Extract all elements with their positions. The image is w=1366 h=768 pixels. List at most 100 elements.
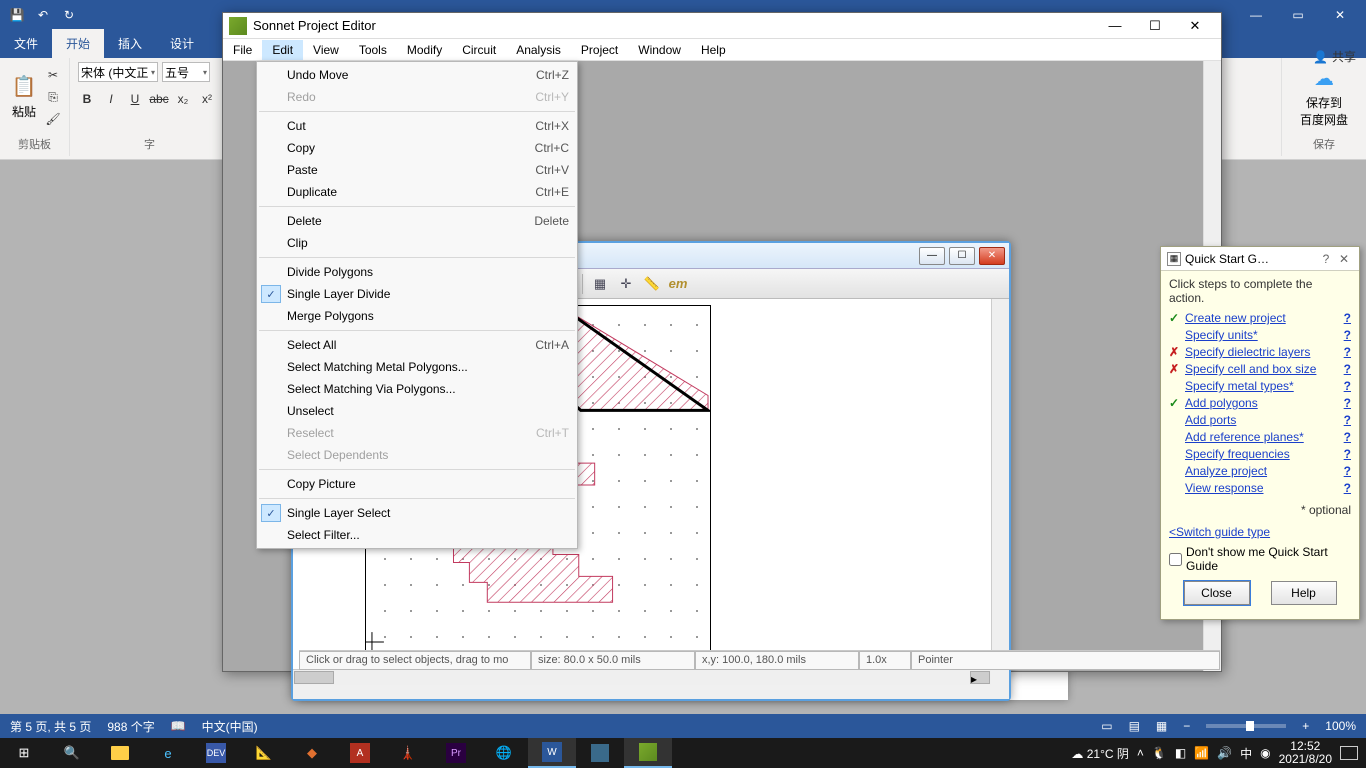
edit-single-layer-divide[interactable]: ✓Single Layer Divide: [257, 283, 577, 305]
font-size-select[interactable]: 五号▾: [162, 62, 210, 82]
tab-insert[interactable]: 插入: [104, 29, 156, 58]
status-words[interactable]: 988 个字: [107, 718, 154, 735]
tray-volume-icon[interactable]: 🔊: [1217, 746, 1232, 760]
app-icon-2[interactable]: 🗼: [384, 738, 432, 768]
qsg-step-link[interactable]: Add polygons: [1185, 396, 1344, 410]
zoom-level[interactable]: 100%: [1325, 719, 1356, 733]
qsg-step-link[interactable]: Specify cell and box size: [1185, 362, 1344, 376]
paste-button[interactable]: 📋 粘贴: [8, 62, 40, 128]
em-icon[interactable]: em: [667, 273, 689, 295]
child-scrollbar-horiz[interactable]: ▸: [293, 669, 991, 685]
qsg-help-icon[interactable]: ?: [1317, 252, 1335, 266]
grid-icon[interactable]: ▦: [589, 273, 611, 295]
qsg-dont-show-checkbox[interactable]: Don't show me Quick Start Guide: [1169, 545, 1351, 573]
qsg-step-link[interactable]: Analyze project: [1185, 464, 1344, 478]
edge-icon[interactable]: e: [144, 738, 192, 768]
qsg-step-link[interactable]: Specify metal types*: [1185, 379, 1344, 393]
bold-button[interactable]: B: [78, 90, 96, 108]
tray-qq-icon[interactable]: 🐧: [1152, 746, 1167, 760]
status-page[interactable]: 第 5 页, 共 5 页: [10, 718, 91, 735]
sonnet-close-icon[interactable]: ✕: [1175, 14, 1215, 38]
zoom-out-button[interactable]: −: [1183, 719, 1190, 733]
word-taskbar-icon[interactable]: W: [528, 738, 576, 768]
tray-app-icon[interactable]: ◧: [1175, 746, 1186, 760]
qsg-step-link[interactable]: Add ports: [1185, 413, 1344, 427]
menu-file[interactable]: File: [223, 40, 262, 60]
font-name-select[interactable]: 宋体 (中文正▾: [78, 62, 158, 82]
qsg-close-icon[interactable]: ✕: [1335, 252, 1353, 266]
menu-window[interactable]: Window: [628, 40, 691, 60]
tray-app2-icon[interactable]: ◉: [1260, 746, 1270, 760]
copy-icon[interactable]: ⎘: [44, 88, 62, 106]
edit-divide-polygons[interactable]: Divide Polygons: [257, 261, 577, 283]
edit-single-layer-select[interactable]: ✓Single Layer Select: [257, 502, 577, 524]
italic-button[interactable]: I: [102, 90, 120, 108]
qsg-step-help-icon[interactable]: ?: [1344, 311, 1351, 325]
app-icon-3[interactable]: [576, 738, 624, 768]
edit-delete[interactable]: DeleteDelete: [257, 210, 577, 232]
menu-help[interactable]: Help: [691, 40, 736, 60]
qsg-step-help-icon[interactable]: ?: [1344, 379, 1351, 393]
child-close-icon[interactable]: ✕: [979, 247, 1005, 265]
qsg-step-help-icon[interactable]: ?: [1344, 481, 1351, 495]
qsg-step-help-icon[interactable]: ?: [1344, 413, 1351, 427]
qsg-step-link[interactable]: Specify dielectric layers: [1185, 345, 1344, 359]
qsg-step-link[interactable]: Create new project: [1185, 311, 1344, 325]
tab-design[interactable]: 设计: [156, 29, 208, 58]
word-max-icon[interactable]: ▭: [1278, 8, 1318, 22]
qsg-step-help-icon[interactable]: ?: [1344, 328, 1351, 342]
child-min-icon[interactable]: —: [919, 247, 945, 265]
edit-select-matching-via-polygons-[interactable]: Select Matching Via Polygons...: [257, 378, 577, 400]
start-button[interactable]: ⊞: [0, 738, 48, 768]
sonnet-min-icon[interactable]: —: [1095, 14, 1135, 38]
qat-redo-icon[interactable]: ↻: [58, 4, 80, 26]
qat-undo-icon[interactable]: ↶: [32, 4, 54, 26]
explorer-icon[interactable]: [96, 738, 144, 768]
menu-circuit[interactable]: Circuit: [452, 40, 506, 60]
qsg-step-link[interactable]: Specify units*: [1185, 328, 1344, 342]
tray-notifications-icon[interactable]: [1340, 746, 1358, 760]
share-button[interactable]: 👤 共享: [1313, 48, 1356, 65]
format-painter-icon[interactable]: 🖌: [44, 110, 62, 128]
tray-clock[interactable]: 12:522021/8/20: [1279, 740, 1332, 766]
menu-analysis[interactable]: Analysis: [506, 40, 571, 60]
snap-icon[interactable]: ✛: [615, 273, 637, 295]
underline-button[interactable]: U: [126, 90, 144, 108]
menu-modify[interactable]: Modify: [397, 40, 452, 60]
menu-tools[interactable]: Tools: [349, 40, 397, 60]
qsg-close-button[interactable]: Close: [1184, 581, 1250, 605]
view-read-icon[interactable]: ▭: [1101, 719, 1112, 733]
save-to-baidu-button[interactable]: ☁ 保存到 百度网盘: [1294, 62, 1354, 128]
chrome-icon[interactable]: 🌐: [480, 738, 528, 768]
tray-weather[interactable]: ☁ 21°C 阴: [1071, 745, 1129, 762]
qsg-step-link[interactable]: View response: [1185, 481, 1344, 495]
edit-copy-picture[interactable]: Copy Picture: [257, 473, 577, 495]
qsg-step-help-icon[interactable]: ?: [1344, 396, 1351, 410]
tray-ime-icon[interactable]: 中: [1240, 745, 1252, 762]
sonnet-taskbar-icon[interactable]: [624, 738, 672, 768]
acrobat-icon[interactable]: A: [336, 738, 384, 768]
measure-icon[interactable]: 📏: [641, 273, 663, 295]
menu-edit[interactable]: Edit: [262, 40, 303, 60]
zoom-in-button[interactable]: +: [1302, 719, 1309, 733]
devcpp-icon[interactable]: DEV: [192, 738, 240, 768]
qsg-step-link[interactable]: Specify frequencies: [1185, 447, 1344, 461]
view-print-icon[interactable]: ▤: [1129, 719, 1140, 733]
qsg-step-help-icon[interactable]: ?: [1344, 345, 1351, 359]
qsg-help-button[interactable]: Help: [1271, 581, 1337, 605]
qsg-switch-guide-link[interactable]: <Switch guide type: [1169, 525, 1351, 539]
edit-undo-move[interactable]: Undo MoveCtrl+Z: [257, 64, 577, 86]
subscript-button[interactable]: x₂: [174, 90, 192, 108]
edit-clip[interactable]: Clip: [257, 232, 577, 254]
qsg-step-help-icon[interactable]: ?: [1344, 464, 1351, 478]
edit-merge-polygons[interactable]: Merge Polygons: [257, 305, 577, 327]
menu-project[interactable]: Project: [571, 40, 628, 60]
qsg-step-link[interactable]: Add reference planes*: [1185, 430, 1344, 444]
tray-wifi-icon[interactable]: 📶: [1194, 746, 1209, 760]
qsg-titlebar[interactable]: ▦ Quick Start G… ? ✕: [1161, 247, 1359, 271]
qat-save-icon[interactable]: 💾: [6, 4, 28, 26]
edit-paste[interactable]: PasteCtrl+V: [257, 159, 577, 181]
edit-select-all[interactable]: Select AllCtrl+A: [257, 334, 577, 356]
edit-cut[interactable]: CutCtrl+X: [257, 115, 577, 137]
strike-button[interactable]: abc: [150, 90, 168, 108]
